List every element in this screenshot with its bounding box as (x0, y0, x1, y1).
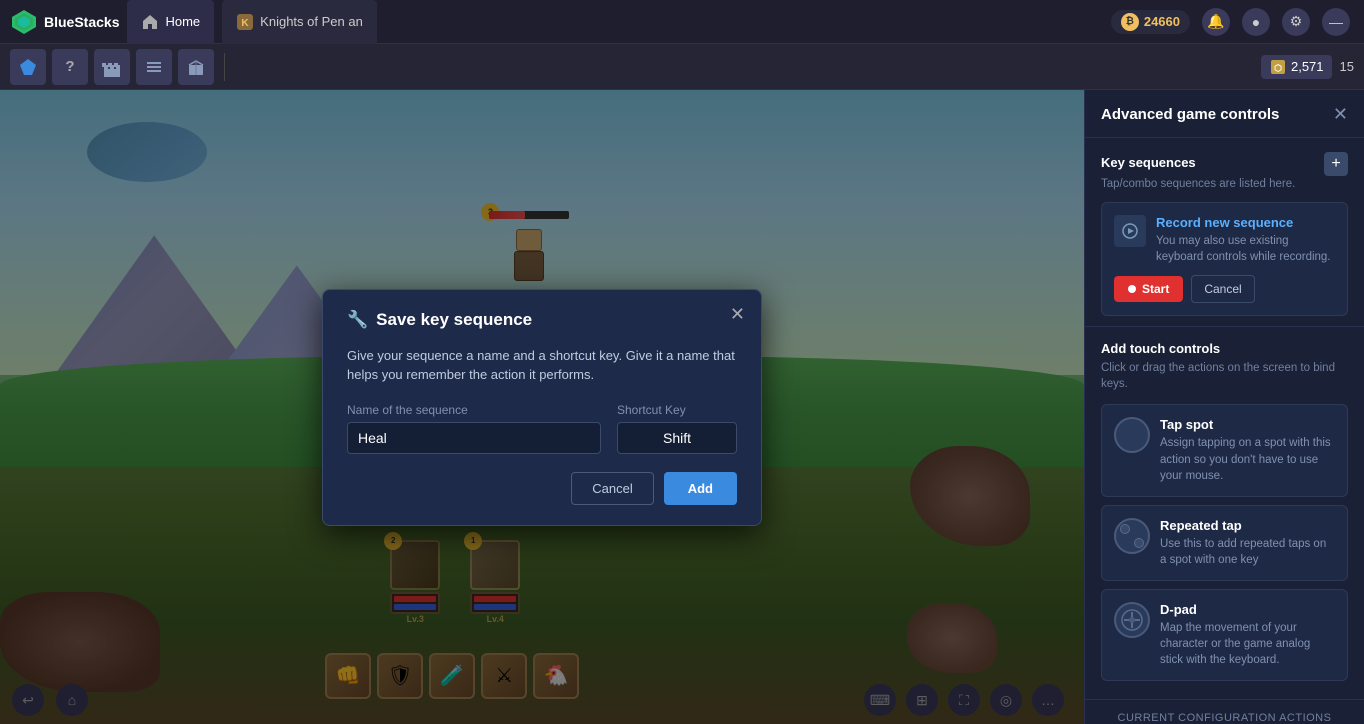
coin-badge: ₿ 24660 (1111, 10, 1190, 34)
toolbar-btn-diamond[interactable] (10, 49, 46, 85)
record-sub: You may also use existing keyboard contr… (1156, 233, 1335, 265)
top-bar-right: ₿ 24660 🔔 ● ⚙ — (1111, 8, 1364, 36)
game-tab[interactable]: K Knights of Pen an (222, 0, 377, 44)
key-sequences-desc: Tap/combo sequences are listed here. (1101, 176, 1348, 192)
dialog-cancel-btn[interactable]: Cancel (571, 472, 653, 505)
top-bar-left: BlueStacks Home K Knights of Pen an (0, 0, 387, 44)
panel-footer: Current configuration actions Save Resto… (1085, 699, 1364, 724)
game-icon: K (236, 13, 254, 31)
tap-spot-card[interactable]: Tap spot Assign tapping on a spot with t… (1101, 404, 1348, 496)
coin-amount: 24660 (1144, 14, 1180, 29)
shortcut-field: Shortcut Key (617, 403, 737, 454)
toolbar-btn-tools[interactable] (136, 49, 172, 85)
tap-spot-name: Tap spot (1160, 417, 1335, 432)
tap-spot-info: Tap spot Assign tapping on a spot with t… (1160, 417, 1335, 483)
record-info: Record new sequence You may also use exi… (1156, 215, 1335, 265)
home-tab[interactable]: Home (127, 0, 214, 44)
notification-btn[interactable]: 🔔 (1202, 8, 1230, 36)
bluestacks-icon (10, 8, 38, 36)
dialog-actions: Cancel Add (347, 472, 737, 505)
name-label: Name of the sequence (347, 403, 601, 417)
svg-text:K: K (242, 18, 250, 29)
home-tab-label: Home (165, 14, 200, 29)
main-area: 3 2 Lv. (0, 90, 1364, 724)
touch-controls-title: Add touch controls (1101, 341, 1348, 356)
tap-spot-icon (1114, 417, 1150, 453)
repeated-tap-info: Repeated tap Use this to add repeated ta… (1160, 518, 1335, 568)
tap-spot-desc: Assign tapping on a spot with this actio… (1160, 435, 1335, 483)
panel-header: Advanced game controls ✕ (1085, 90, 1364, 138)
record-cancel-btn[interactable]: Cancel (1191, 275, 1254, 303)
camera-btn[interactable]: ● (1242, 8, 1270, 36)
panel-close-btn[interactable]: ✕ (1333, 104, 1348, 125)
dpad-desc: Map the movement of your character or th… (1160, 620, 1335, 668)
key-sequences-section: Key sequences + Tap/combo sequences are … (1085, 138, 1364, 327)
record-link[interactable]: Record new sequence (1156, 215, 1335, 230)
dialog-fields: Name of the sequence Shortcut Key (347, 403, 737, 454)
game-viewport: 3 2 Lv. (0, 90, 1084, 724)
panel-title: Advanced game controls (1101, 106, 1279, 123)
dpad-info: D-pad Map the movement of your character… (1160, 602, 1335, 668)
svg-text:⬡: ⬡ (1274, 63, 1282, 73)
dialog-description: Give your sequence a name and a shortcut… (347, 346, 737, 385)
minimize-btn[interactable]: — (1322, 8, 1350, 36)
bluestacks-logo: BlueStacks (10, 8, 119, 36)
repeated-tap-name: Repeated tap (1160, 518, 1335, 533)
record-dot (1128, 285, 1136, 293)
resource-amount: 2,571 (1291, 59, 1324, 74)
dialog-title-icon: 🔧 (347, 310, 368, 330)
toolbar-divider (224, 53, 225, 81)
resource-badge: ⬡ 2,571 (1261, 55, 1332, 79)
record-box: Record new sequence You may also use exi… (1101, 202, 1348, 316)
touch-controls-section: Add touch controls Click or drag the act… (1085, 327, 1364, 699)
add-sequence-btn[interactable]: + (1324, 152, 1348, 176)
toolbar-btn-package[interactable] (178, 49, 214, 85)
key-sequences-title: Key sequences (1101, 155, 1196, 170)
record-start-label: Start (1142, 282, 1169, 296)
home-icon (141, 13, 159, 31)
name-field: Name of the sequence (347, 403, 601, 454)
resource-level: 15 (1340, 59, 1354, 74)
dpad-card[interactable]: D-pad Map the movement of your character… (1101, 589, 1348, 681)
record-btns: Start Cancel (1114, 275, 1335, 303)
dialog-close-btn[interactable]: ✕ (730, 304, 745, 325)
footer-section-title: Current configuration actions (1101, 712, 1348, 724)
bluestacks-name: BlueStacks (44, 14, 119, 30)
dialog-title-text: Save key sequence (376, 310, 532, 330)
settings-btn[interactable]: ⚙ (1282, 8, 1310, 36)
toolbar-btn-help[interactable]: ? (52, 49, 88, 85)
dialog-overlay: 🔧 Save key sequence ✕ Give your sequence… (0, 90, 1084, 724)
dpad-name: D-pad (1160, 602, 1335, 617)
dpad-icon (1114, 602, 1150, 638)
record-start-btn[interactable]: Start (1114, 276, 1183, 302)
toolbar-btn-castle[interactable] (94, 49, 130, 85)
dialog-title: 🔧 Save key sequence (347, 310, 737, 330)
top-bar: BlueStacks Home K Knights of Pen an ₿ 24… (0, 0, 1364, 44)
repeated-tap-card[interactable]: Repeated tap Use this to add repeated ta… (1101, 505, 1348, 581)
repeated-tap-desc: Use this to add repeated taps on a spot … (1160, 536, 1335, 568)
record-top: Record new sequence You may also use exi… (1114, 215, 1335, 265)
repeated-tap-icon (1114, 518, 1150, 554)
toolbar: ? ⬡ 2,571 (0, 44, 1364, 90)
shortcut-label: Shortcut Key (617, 403, 737, 417)
shortcut-input[interactable] (617, 422, 737, 454)
game-tab-label: Knights of Pen an (260, 14, 363, 29)
dialog-add-btn[interactable]: Add (664, 472, 737, 505)
touch-controls-desc: Click or drag the actions on the screen … (1101, 360, 1348, 392)
coin-icon: ₿ (1121, 13, 1139, 31)
name-input[interactable] (347, 422, 601, 454)
toolbar-right: ⬡ 2,571 15 (1261, 55, 1354, 79)
record-icon (1114, 215, 1146, 247)
right-panel: Advanced game controls ✕ Key sequences +… (1084, 90, 1364, 724)
section-header-row: Key sequences + (1101, 152, 1348, 176)
game-background: 3 2 Lv. (0, 90, 1084, 724)
save-sequence-dialog: 🔧 Save key sequence ✕ Give your sequence… (322, 289, 762, 526)
